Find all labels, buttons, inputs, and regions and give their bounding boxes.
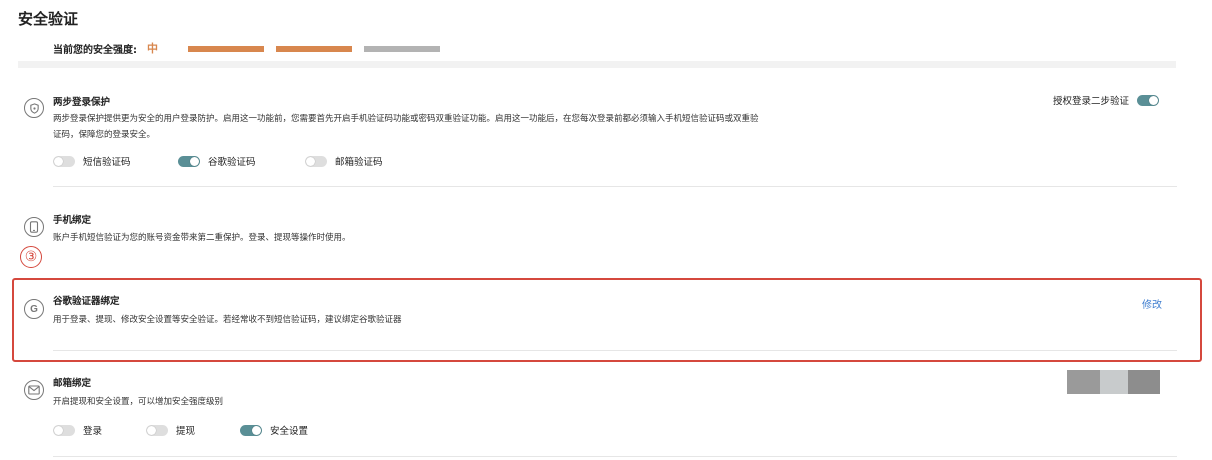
strength-label: 当前您的安全强度: bbox=[53, 44, 137, 56]
email-description: 开启提现和安全设置，可以增加安全强度级别 bbox=[53, 397, 224, 407]
login-label: 登录 bbox=[83, 426, 103, 437]
option-google: 谷歌验证码 bbox=[178, 154, 256, 168]
security-settings-toggle[interactable] bbox=[240, 424, 262, 436]
security-settings-label: 安全设置 bbox=[270, 426, 309, 437]
email-section: 邮箱绑定 开启提现和安全设置，可以增加安全强度级别 登录 提现 安全设置 bbox=[18, 370, 1178, 458]
authorize-two-step: 授权登录二步验证 bbox=[1053, 93, 1160, 107]
two-step-section: 两步登录保护 两步登录保护提供更为安全的用户登录防护。启用这一功能前，您需要首先… bbox=[18, 88, 1178, 188]
security-strength: 当前您的安全强度: 中 bbox=[53, 40, 440, 56]
google-auth-title: 谷歌验证器绑定 bbox=[53, 296, 120, 307]
option-login: 登录 bbox=[53, 423, 102, 437]
strength-bar-1 bbox=[188, 46, 264, 52]
sms-code-toggle[interactable] bbox=[53, 155, 75, 167]
section-divider bbox=[18, 61, 1176, 68]
google-auth-description: 用于登录、提现、修改安全设置等安全验证。若经常收不到短信验证码，建议绑定谷歌验证… bbox=[53, 315, 402, 325]
two-step-title: 两步登录保护 bbox=[53, 97, 111, 108]
section-divider bbox=[53, 456, 1177, 457]
option-sms: 短信验证码 bbox=[53, 154, 131, 168]
authorize-two-step-toggle[interactable] bbox=[1137, 94, 1160, 106]
strength-bar-2 bbox=[276, 46, 352, 52]
redacted-area bbox=[1067, 370, 1160, 394]
google-code-label: 谷歌验证码 bbox=[208, 157, 256, 168]
strength-meter bbox=[188, 46, 448, 52]
phone-description: 账户手机短信验证为您的账号资金带来第二重保护。登录、提现等操作时使用。 bbox=[53, 233, 351, 243]
step-marker: ③ bbox=[20, 246, 42, 268]
phone-icon bbox=[24, 217, 44, 237]
strength-level: 中 bbox=[147, 42, 158, 55]
page-title: 安全验证 bbox=[18, 10, 79, 28]
option-email: 邮箱验证码 bbox=[305, 154, 383, 168]
envelope-icon bbox=[24, 380, 44, 400]
login-toggle[interactable] bbox=[53, 424, 75, 436]
option-security-settings: 安全设置 bbox=[240, 423, 308, 437]
section-divider bbox=[53, 350, 1177, 351]
google-g-icon: G bbox=[24, 299, 44, 319]
strength-bar-3 bbox=[364, 46, 440, 52]
email-title: 邮箱绑定 bbox=[53, 378, 92, 389]
withdraw-toggle[interactable] bbox=[146, 424, 168, 436]
email-code-toggle[interactable] bbox=[305, 155, 327, 167]
google-auth-section: G 谷歌验证器绑定 用于登录、提现、修改安全设置等安全验证。若经常收不到短信验证… bbox=[18, 288, 1178, 351]
google-code-toggle[interactable] bbox=[178, 155, 200, 167]
withdraw-label: 提现 bbox=[176, 426, 196, 437]
phone-title: 手机绑定 bbox=[53, 215, 92, 226]
google-auth-edit-link[interactable]: 修改 bbox=[1142, 296, 1162, 311]
shield-icon bbox=[24, 98, 44, 118]
sms-code-label: 短信验证码 bbox=[83, 157, 131, 168]
section-divider bbox=[53, 186, 1177, 187]
phone-section: 手机绑定 账户手机短信验证为您的账号资金带来第二重保护。登录、提现等操作时使用。 bbox=[18, 205, 1178, 255]
authorize-two-step-label: 授权登录二步验证 bbox=[1053, 96, 1130, 107]
two-step-description: 两步登录保护提供更为安全的用户登录防护。启用这一功能前，您需要首先开启手机验证码… bbox=[53, 114, 759, 140]
option-withdraw: 提现 bbox=[146, 423, 195, 437]
email-code-label: 邮箱验证码 bbox=[335, 157, 383, 168]
